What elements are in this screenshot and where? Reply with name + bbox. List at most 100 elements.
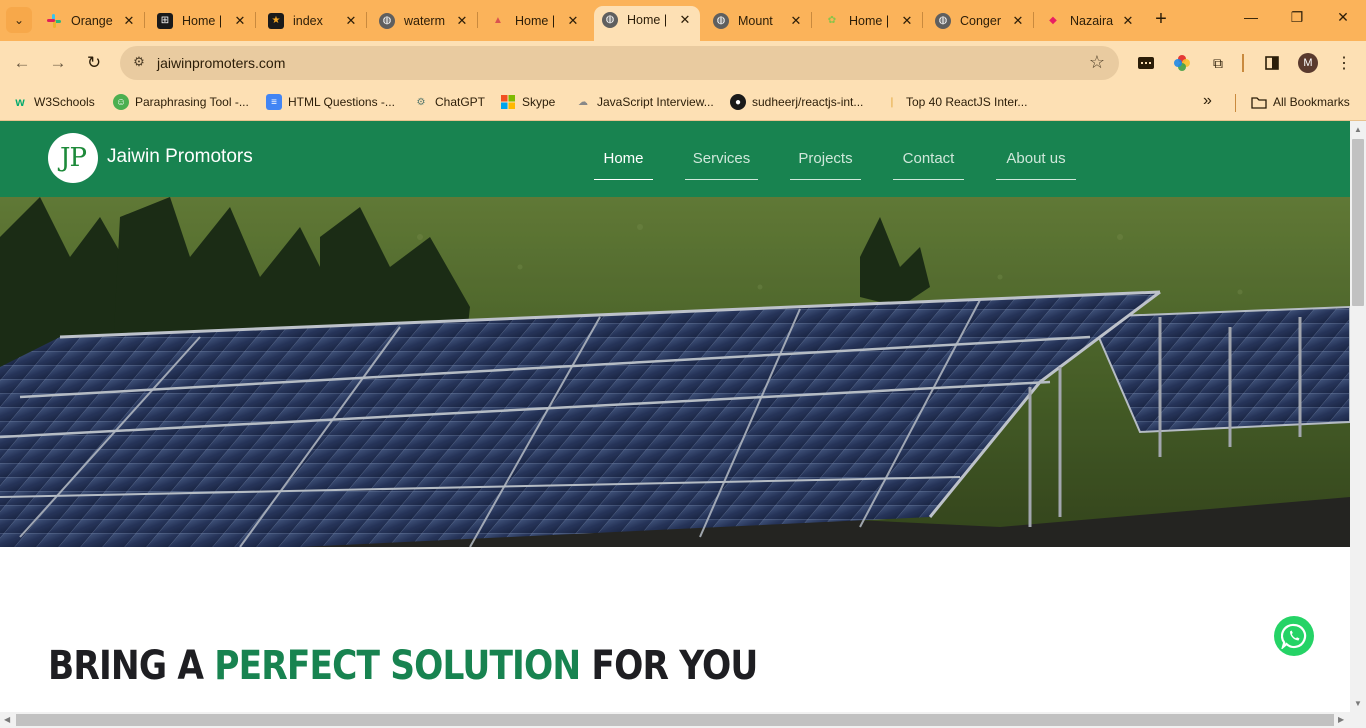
bookmark-icon: ❘: [887, 96, 897, 108]
w3schools-icon: w: [15, 95, 25, 109]
bookmark-skype[interactable]: Skype: [500, 93, 555, 111]
tab-title: Home |: [849, 13, 890, 28]
folder-icon: [1251, 94, 1267, 110]
scroll-down-arrow-icon[interactable]: ▼: [1354, 699, 1362, 708]
close-icon[interactable]: ✕: [787, 13, 805, 29]
tab-1[interactable]: Orange ✕: [38, 8, 145, 33]
profile-avatar[interactable]: M: [1298, 53, 1318, 73]
globe-icon: ◍: [379, 12, 395, 29]
tab-title: Mount: [738, 13, 773, 28]
toolbar-divider: [1242, 54, 1244, 72]
more-bookmarks-chevron-icon[interactable]: »: [1203, 92, 1212, 110]
all-bookmarks-folder[interactable]: All Bookmarks: [1251, 93, 1350, 111]
scroll-right-arrow-icon[interactable]: ▶: [1338, 715, 1344, 724]
site-logo[interactable]: JP: [48, 133, 98, 183]
bookmark-star-icon[interactable]: ☆: [1089, 52, 1105, 73]
tab-search-button[interactable]: ⌄: [6, 7, 32, 33]
github-icon: ●: [730, 94, 746, 110]
close-icon[interactable]: ✕: [342, 13, 360, 29]
bookmark-chatgpt[interactable]: ⚙ ChatGPT: [413, 93, 486, 111]
bookmark-w3schools[interactable]: w W3Schools: [12, 93, 94, 111]
cloud-icon: ☁: [578, 96, 588, 108]
bookmark-html-questions[interactable]: ≡ HTML Questions -...: [266, 93, 395, 111]
close-icon[interactable]: ✕: [231, 13, 249, 29]
tab-title: index: [293, 13, 323, 28]
site-header: JP Jaiwin Promotors Home Services Projec…: [0, 121, 1350, 197]
bookmark-javascript-interview[interactable]: ☁ JavaScript Interview...: [575, 93, 714, 111]
tab-2[interactable]: ⊞ Home | ✕: [149, 8, 256, 33]
tab-9[interactable]: ◍ Conger ✕: [927, 8, 1034, 33]
bookmark-github-reactjs[interactable]: ● sudheerj/reactjs-int...: [730, 93, 863, 111]
restore-button[interactable]: ❐: [1274, 9, 1320, 26]
bookmark-label: HTML Questions -...: [288, 95, 395, 109]
headline-part-1: BRING A: [48, 643, 215, 689]
forward-button[interactable]: →: [46, 51, 70, 75]
chatgpt-icon: ⚙: [416, 96, 426, 108]
reload-button[interactable]: ↻: [82, 51, 106, 75]
tab-4[interactable]: ◍ waterm ✕: [371, 8, 478, 33]
close-icon[interactable]: ✕: [453, 13, 471, 29]
tab-3[interactable]: ★ index ✕: [260, 8, 367, 33]
scroll-up-arrow-icon[interactable]: ▲: [1354, 125, 1362, 134]
globe-icon: ◍: [602, 11, 618, 28]
tab-10[interactable]: ◆ Nazaira ✕: [1037, 8, 1143, 33]
tab-5[interactable]: ▲ Home | ✕: [482, 8, 588, 33]
nav-contact[interactable]: Contact: [893, 150, 964, 180]
horizontal-scrollbar[interactable]: ◀ ▶: [0, 712, 1366, 728]
tab-title: Conger: [960, 13, 1001, 28]
back-button[interactable]: ←: [10, 51, 34, 75]
tab-title: Orange: [71, 13, 113, 28]
tab-8[interactable]: ✿ Home | ✕: [816, 8, 923, 33]
url-text[interactable]: jaiwinpromoters.com: [157, 55, 285, 71]
nav-home[interactable]: Home: [594, 150, 653, 180]
globe-icon: ◍: [935, 12, 951, 29]
web-page: JP Jaiwin Promotors Home Services Projec…: [0, 121, 1350, 712]
nav-services[interactable]: Services: [685, 150, 758, 180]
close-window-button[interactable]: ✕: [1320, 9, 1366, 26]
address-bar[interactable]: ⚙ jaiwinpromoters.com ☆: [120, 46, 1119, 80]
color-wheel-extension-icon[interactable]: [1172, 53, 1192, 73]
generic-site-icon: ⊞: [157, 12, 173, 29]
close-icon[interactable]: ✕: [120, 13, 138, 29]
tab-title: Nazaira: [1070, 13, 1114, 28]
nav-about-us[interactable]: About us: [996, 150, 1076, 180]
headline-part-2: FOR YOU: [580, 643, 758, 689]
tab-title: Home |: [182, 13, 223, 28]
close-icon[interactable]: ✕: [676, 12, 694, 28]
nav-projects[interactable]: Projects: [790, 150, 861, 180]
bookmark-label: JavaScript Interview...: [597, 95, 714, 109]
extension-icon[interactable]: [1136, 53, 1156, 73]
bookmark-label: Skype: [522, 95, 556, 109]
robot-icon: ☺: [113, 94, 129, 110]
bookmark-label: ChatGPT: [435, 95, 486, 109]
bookmark-label: Paraphrasing Tool -...: [135, 95, 249, 109]
minimize-button[interactable]: —: [1228, 9, 1274, 25]
close-icon[interactable]: ✕: [1119, 13, 1137, 29]
bookmark-label: sudheerj/reactjs-int...: [752, 95, 864, 109]
slack-icon: [46, 13, 62, 29]
whatsapp-icon: [1281, 623, 1307, 649]
tab-6-active[interactable]: ◍ Home | ✕: [594, 6, 700, 41]
site-info-icon[interactable]: ⚙: [130, 54, 148, 72]
puzzle-extensions-icon[interactable]: ⧉: [1208, 53, 1228, 73]
menu-kebab-icon[interactable]: ⋮: [1334, 53, 1354, 73]
close-icon[interactable]: ✕: [898, 13, 916, 29]
vertical-scrollbar[interactable]: ▲ ▼: [1350, 121, 1366, 712]
horizontal-scroll-thumb[interactable]: [16, 714, 1334, 726]
tab-title: Home |: [515, 13, 556, 28]
bookmark-paraphrasing[interactable]: ☺ Paraphrasing Tool -...: [113, 93, 249, 111]
microsoft-icon: [500, 94, 516, 110]
diamond-site-icon: ◆: [1049, 15, 1057, 26]
close-icon[interactable]: ✕: [1009, 13, 1027, 29]
whatsapp-button[interactable]: [1274, 616, 1314, 656]
pyramid-site-icon: ▲: [493, 15, 503, 26]
scroll-left-arrow-icon[interactable]: ◀: [4, 715, 10, 724]
globe-icon: ◍: [713, 12, 729, 29]
close-icon[interactable]: ✕: [564, 13, 582, 29]
side-panel-icon[interactable]: [1262, 53, 1282, 73]
vertical-scroll-thumb[interactable]: [1352, 139, 1364, 306]
bookmark-top40-reactjs[interactable]: ❘ Top 40 ReactJS Inter...: [884, 93, 1028, 111]
new-tab-button[interactable]: +: [1150, 9, 1172, 31]
brand-name[interactable]: Jaiwin Promotors: [107, 146, 253, 168]
tab-7[interactable]: ◍ Mount ✕: [705, 8, 812, 33]
